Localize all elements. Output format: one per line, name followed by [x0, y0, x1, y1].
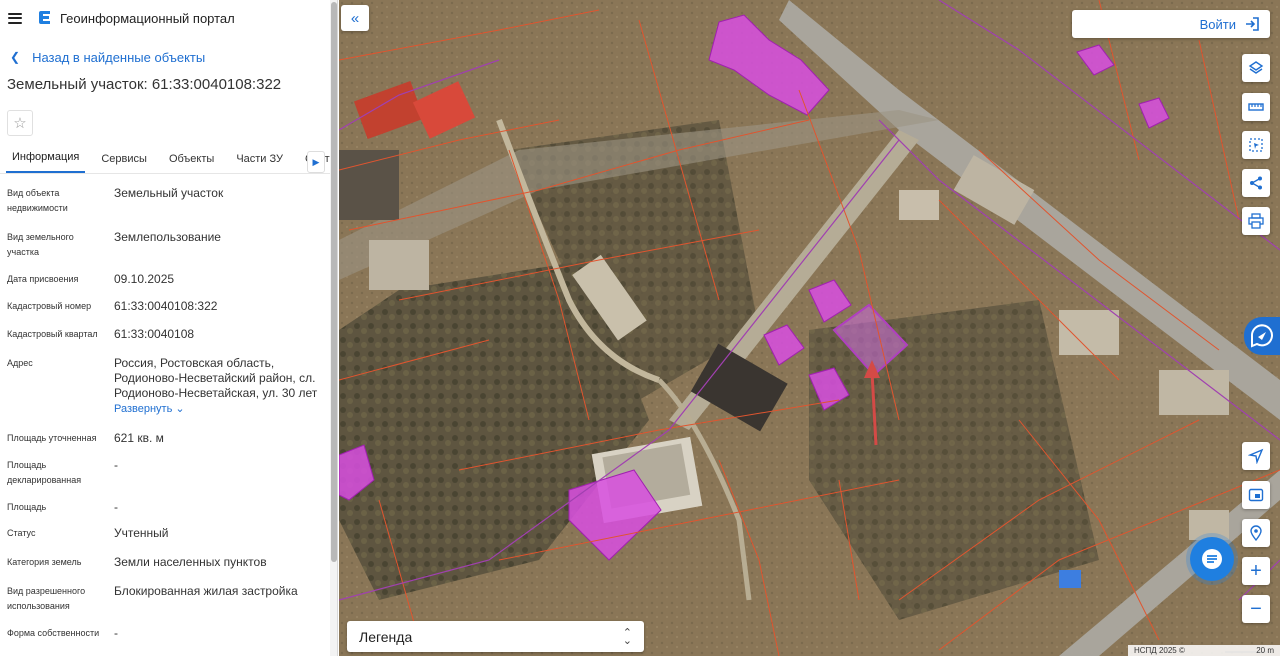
ruler-icon[interactable]	[1242, 93, 1270, 121]
address-value-block: Россия, Ростовская область, Родионово-Не…	[114, 356, 320, 417]
expand-label: Развернуть	[114, 403, 173, 415]
property-key: Категория земель	[7, 557, 82, 567]
minimap-icon[interactable]	[1242, 481, 1270, 509]
back-to-results-link[interactable]: ❮ Назад в найденные объекты	[10, 46, 337, 68]
login-icon	[1246, 17, 1259, 31]
portal-logo-icon	[39, 11, 50, 24]
chat-icon[interactable]	[1190, 537, 1234, 581]
zoom-in-icon[interactable]: +	[1242, 557, 1270, 585]
tab-bar: Информация Сервисы Объекты Части ЗУ Сост…	[0, 144, 337, 174]
property-key: Кадастровый квартал	[7, 329, 98, 339]
property-value: Блокированная жилая застройка	[114, 584, 298, 598]
share-icon[interactable]	[1242, 169, 1270, 197]
back-link-label: Назад в найденные объекты	[32, 49, 206, 65]
chevron-up-down-icon: ⌃ ⌄	[622, 626, 632, 647]
attribution-text: НСПД 2025 ©	[1134, 646, 1185, 655]
expand-address-link[interactable]: Развернуть ⌄	[114, 402, 320, 417]
chat-bubble-icon[interactable]	[1244, 317, 1280, 355]
chevron-left-icon: ❮	[10, 50, 21, 64]
login-label: Войти	[1199, 16, 1236, 32]
property-value: Земельный участок	[114, 186, 224, 200]
property-key: Форма собственности	[7, 628, 100, 638]
property-value: -	[114, 500, 118, 514]
property-key: Статус	[7, 528, 36, 538]
legend-dropdown[interactable]: Легенда ⌃ ⌄	[347, 621, 644, 652]
tab-parts[interactable]: Части ЗУ	[230, 153, 289, 173]
chevron-down-icon: ⌄	[175, 403, 185, 415]
property-value: 61:33:0040108:322	[114, 299, 218, 313]
property-key: Площадь	[7, 502, 47, 512]
property-key: Площадь декларированная	[7, 460, 82, 485]
login-button[interactable]: Войти	[1072, 10, 1270, 38]
property-key: Вид земельного участка	[7, 232, 74, 257]
satellite-map	[339, 0, 1280, 656]
property-key: Кадастровый номер	[7, 301, 92, 311]
tab-services[interactable]: Сервисы	[95, 153, 153, 173]
panel-scrollbar-thumb[interactable]	[331, 2, 337, 562]
geolocation-icon[interactable]	[1242, 519, 1270, 547]
info-panel: Геоинформационный портал ❮ Назад в найде…	[0, 0, 338, 656]
tabs-scroll-right-icon[interactable]: ▶	[307, 151, 325, 173]
property-value: 09.10.2025	[114, 272, 175, 286]
app-title: Геоинформационный портал	[60, 10, 235, 26]
print-icon[interactable]	[1242, 207, 1270, 235]
select-area-icon[interactable]	[1242, 131, 1270, 159]
property-value: Землепользование	[114, 230, 221, 244]
layers-icon[interactable]	[1242, 54, 1270, 82]
object-title: Земельный участок: 61:33:0040108:322	[7, 76, 282, 93]
tab-information[interactable]: Информация	[6, 151, 86, 173]
tab-objects[interactable]: Объекты	[163, 153, 220, 173]
property-key: Вид разрешенного использования	[7, 586, 86, 611]
property-value: Учтенный	[114, 526, 169, 540]
property-key: Площадь уточненная	[7, 433, 97, 443]
legend-label: Легенда	[359, 628, 413, 645]
menu-icon[interactable]	[8, 12, 22, 24]
map-attribution: НСПД 2025 © 20 m	[1128, 645, 1280, 656]
property-value: Россия, Ростовская область, Родионово-Не…	[114, 356, 318, 400]
scale-label: 20 m	[1256, 646, 1274, 655]
property-value: -	[114, 458, 118, 472]
property-value: 621 кв. м	[114, 431, 164, 445]
locate-icon[interactable]	[1242, 442, 1270, 470]
collapse-panel-icon[interactable]: «	[341, 5, 369, 31]
property-key: Адрес	[7, 358, 33, 368]
property-value: 61:33:0040108	[114, 327, 195, 341]
map-canvas[interactable]	[339, 0, 1280, 656]
app-root: Геоинформационный портал ❮ Назад в найде…	[0, 0, 1280, 656]
top-bar: Геоинформационный портал	[0, 0, 337, 36]
favorite-star-icon[interactable]: ☆	[7, 110, 33, 136]
property-key: Вид объекта недвижимости	[7, 188, 68, 213]
zoom-out-icon[interactable]: −	[1242, 595, 1270, 623]
property-value: -	[114, 626, 118, 640]
property-value: Земли населенных пунктов	[114, 555, 267, 569]
property-key: Дата присвоения	[7, 274, 79, 284]
